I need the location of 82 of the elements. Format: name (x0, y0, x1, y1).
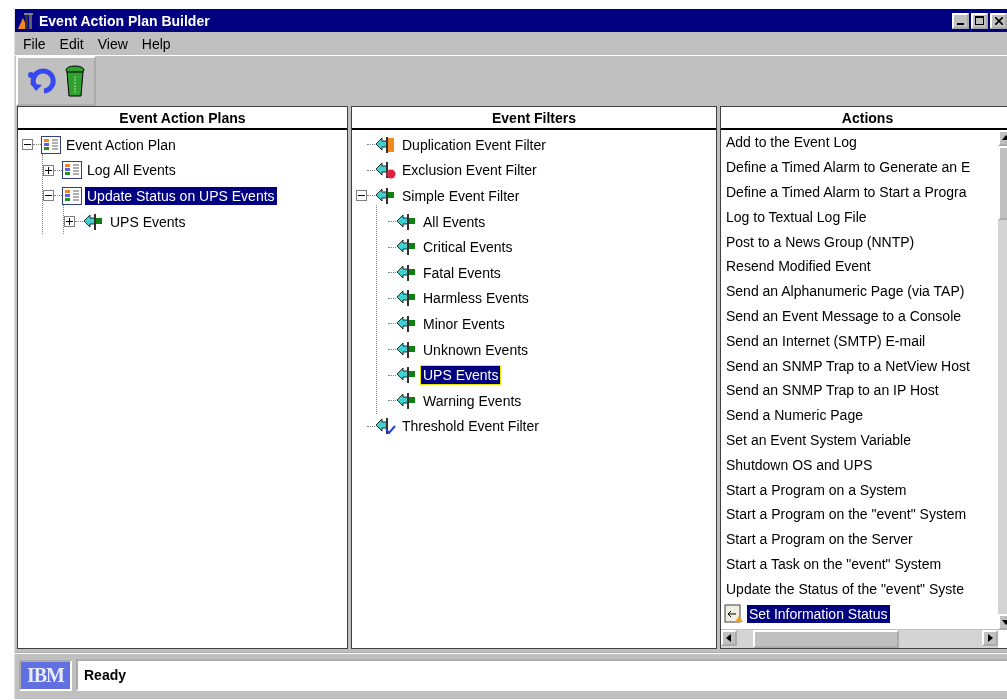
action-item[interactable]: Resend Modified Event (724, 257, 873, 276)
menu-item[interactable]: Edit (53, 35, 90, 52)
scroll-thumb[interactable] (753, 630, 900, 648)
plus-icon (45, 166, 52, 174)
right-arrow-icon (986, 634, 994, 642)
action-item[interactable]: Log to Textual Log File (724, 207, 869, 226)
tree-item[interactable]: UPS Events (108, 212, 188, 231)
action-item[interactable]: Set an Event System Variable (724, 430, 913, 449)
minimize-icon (957, 22, 964, 25)
tree-item[interactable]: Duplication Event Filter (400, 135, 548, 154)
menu-item[interactable]: File (17, 35, 52, 52)
column-header: Event Filters (352, 107, 716, 130)
filter-icon (375, 135, 397, 154)
collapse-toggle[interactable] (22, 139, 33, 151)
action-item[interactable]: Start a Task on the "event" System (724, 554, 944, 573)
filter-icon (396, 263, 418, 282)
menu-item[interactable]: Help (135, 35, 177, 52)
plus-icon (66, 218, 73, 226)
collapse-toggle[interactable] (43, 190, 54, 202)
action-item[interactable]: Send an SNMP Trap to a NetView Host (724, 356, 972, 375)
action-item[interactable]: Send an SNMP Trap to an IP Host (724, 381, 941, 400)
tree-item[interactable]: Warning Events (421, 391, 524, 410)
filter-icon (396, 340, 418, 359)
filter-icon (375, 161, 397, 180)
status-message: Ready (76, 659, 1007, 691)
action-icon (724, 603, 744, 624)
action-item[interactable]: Send an Internet (SMTP) E-mail (724, 331, 928, 350)
app-icon (17, 11, 35, 30)
action-item[interactable]: Update the Status of the "event" Syste (724, 579, 966, 598)
action-item[interactable]: Set Information Status (747, 604, 890, 623)
filter-icon (396, 212, 418, 231)
maximize-icon (975, 16, 984, 25)
column-header: Event Action Plans (18, 107, 347, 130)
filter-icon (396, 238, 418, 257)
filter-icon (396, 289, 418, 308)
tree-item[interactable]: Update Status on UPS Events (85, 187, 277, 205)
filter-icon (83, 212, 105, 231)
plan-icon (62, 161, 82, 180)
action-item[interactable]: Post to a News Group (NNTP) (724, 232, 917, 251)
tree-item[interactable]: Minor Events (421, 314, 507, 333)
minimize-button[interactable] (952, 12, 969, 29)
action-item[interactable]: Start a Program on the "event" System (724, 505, 969, 524)
ibm-logo: IBM (19, 659, 72, 691)
collapse-toggle[interactable] (356, 190, 367, 202)
maximize-button[interactable] (971, 12, 988, 29)
filter-icon (396, 366, 418, 385)
menu-item[interactable]: View (91, 35, 134, 52)
filter-icon (375, 417, 397, 436)
filter-icon (396, 391, 418, 410)
column-header: Actions (721, 107, 1007, 130)
tree-item[interactable]: Event Action Plan (64, 135, 178, 154)
left-arrow-icon (725, 634, 733, 642)
tree-item[interactable]: Log All Events (85, 161, 178, 180)
tree-item[interactable]: UPS Events (421, 366, 501, 385)
expand-toggle[interactable] (64, 216, 75, 228)
filter-icon (375, 187, 397, 205)
trash-button[interactable] (64, 64, 86, 98)
tree-item[interactable]: Critical Events (421, 238, 515, 257)
close-icon (994, 16, 1003, 25)
close-button[interactable] (990, 12, 1007, 29)
action-item[interactable]: Start a Program on the Server (724, 530, 915, 549)
tree-item[interactable]: Threshold Event Filter (400, 417, 541, 436)
plan-icon (41, 135, 61, 154)
action-item[interactable]: Send an Alphanumeric Page (via TAP) (724, 282, 967, 301)
action-item[interactable]: Define a Timed Alarm to Generate an E (724, 158, 973, 177)
action-item[interactable]: Add to the Event Log (724, 133, 859, 152)
action-item[interactable]: Shutdown OS and UPS (724, 455, 875, 474)
filter-icon (396, 314, 418, 333)
tree-item[interactable]: Simple Event Filter (400, 187, 522, 205)
action-item[interactable]: Send an Event Message to a Console (724, 306, 964, 325)
tree-item[interactable]: Fatal Events (421, 263, 503, 282)
action-item[interactable]: Start a Program on a System (724, 480, 909, 499)
horizontal-scrollbar[interactable] (721, 629, 998, 648)
tree-item[interactable]: Unknown Events (421, 340, 531, 359)
expand-toggle[interactable] (43, 164, 54, 176)
tree-item[interactable]: All Events (421, 212, 488, 231)
tree-item[interactable]: Exclusion Event Filter (400, 161, 539, 180)
action-item[interactable]: Define a Timed Alarm to Start a Progra (724, 183, 969, 201)
window-title: Event Action Plan Builder (39, 12, 211, 29)
action-item[interactable]: Send a Numeric Page (724, 406, 865, 425)
plan-icon (62, 187, 82, 205)
tree-item[interactable]: Harmless Events (421, 289, 531, 308)
